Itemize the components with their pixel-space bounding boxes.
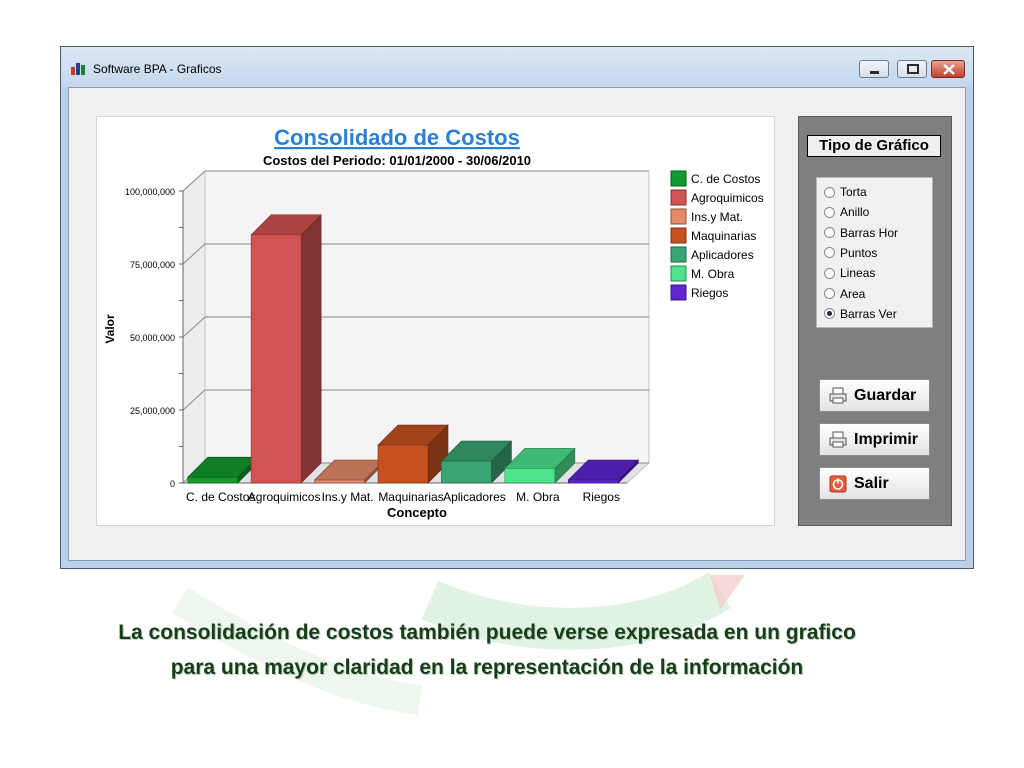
exit-button[interactable]: Salir	[819, 467, 930, 500]
app-window: Software BPA - Graficos Consolidado de C…	[60, 46, 974, 569]
x-tick-label: C. de Costos	[186, 490, 255, 504]
bar	[250, 234, 302, 484]
radio-option-label: Anillo	[840, 205, 870, 220]
y-tick-label: 0	[170, 479, 175, 489]
legend-label: Aplicadores	[691, 248, 754, 262]
print-button-label: Imprimir	[854, 431, 919, 448]
radio-unselected-icon[interactable]	[824, 247, 835, 259]
radio-unselected-icon[interactable]	[824, 227, 835, 239]
window-title: Software BPA - Graficos	[93, 62, 222, 76]
bar	[567, 479, 619, 484]
legend-swatch	[670, 246, 687, 263]
chart-panel: Consolidado de Costos Costos del Periodo:…	[96, 116, 775, 526]
chart-type-title: Tipo de Gráfico	[807, 135, 941, 157]
radio-option-label: Area	[840, 286, 866, 301]
title-bar[interactable]: Software BPA - Graficos	[61, 47, 973, 87]
x-tick-label: Riegos	[583, 490, 620, 504]
radio-unselected-icon[interactable]	[824, 206, 835, 218]
legend-swatch	[670, 208, 687, 225]
radio-selected-icon[interactable]	[824, 308, 835, 320]
legend-swatch	[670, 170, 687, 187]
radio-unselected-icon[interactable]	[824, 186, 835, 198]
bar	[187, 476, 239, 484]
x-tick-label: Maquinarias	[378, 490, 443, 504]
y-tick-label: 25,000,000	[130, 406, 175, 416]
close-button[interactable]	[931, 60, 965, 78]
save-button[interactable]: Guardar	[819, 379, 930, 412]
minimize-icon	[870, 71, 879, 74]
caption-line-2: para una mayor claridad en la representa…	[170, 656, 804, 679]
legend-swatch	[670, 284, 687, 301]
radio-option[interactable]: Barras Ver	[824, 305, 897, 323]
radio-option-label: Barras Hor	[840, 225, 899, 240]
radio-option-label: Barras Ver	[840, 306, 897, 321]
save-button-label: Guardar	[854, 387, 917, 404]
printer-icon	[829, 387, 847, 404]
close-icon	[943, 64, 955, 75]
maximize-button[interactable]	[897, 60, 927, 78]
bar	[314, 479, 365, 484]
bar	[504, 468, 556, 484]
radio-option-label: Lineas	[840, 266, 876, 281]
chart-subtitle: Costos del Periodo: 01/01/2000 - 30/06/2…	[263, 153, 531, 168]
app-icon	[71, 63, 85, 75]
radio-option[interactable]: Barras Hor	[824, 224, 898, 242]
bar	[441, 460, 492, 484]
radio-unselected-icon[interactable]	[824, 267, 835, 279]
legend-label: Riegos	[691, 286, 728, 300]
exit-button-label: Salir	[854, 475, 889, 492]
radio-option[interactable]: Lineas	[824, 264, 875, 282]
window-client-area: Consolidado de Costos Costos del Periodo:…	[68, 87, 966, 561]
power-icon	[829, 475, 847, 493]
legend-swatch	[670, 189, 687, 206]
x-tick-label: Agroquimicos	[248, 490, 321, 504]
radio-option-label: Puntos	[840, 245, 878, 260]
x-axis-title: Concepto	[387, 505, 447, 520]
legend-label: C. de Costos	[691, 172, 760, 186]
legend-label: M. Obra	[691, 267, 735, 281]
printer-icon	[829, 431, 847, 448]
radio-option[interactable]: Puntos	[824, 244, 877, 262]
legend-label: Ins.y Mat.	[691, 210, 743, 224]
print-button[interactable]: Imprimir	[819, 423, 930, 456]
radio-option[interactable]: Torta	[824, 183, 867, 201]
x-tick-label: M. Obra	[516, 490, 560, 504]
legend-label: Maquinarias	[691, 229, 756, 243]
legend-swatch	[670, 265, 687, 282]
chart-title: Consolidado de Costos	[274, 125, 520, 150]
radio-option[interactable]: Area	[824, 285, 865, 303]
legend-label: Agroquimicos	[691, 191, 764, 205]
legend-swatch	[670, 227, 687, 244]
maximize-icon	[907, 64, 919, 74]
radio-option-label: Torta	[840, 185, 867, 199]
chart-type-options: Torta Anillo Barras Hor Puntos Lineas Area Bar…	[816, 177, 933, 328]
radio-unselected-icon[interactable]	[824, 288, 835, 299]
bar-side	[300, 214, 322, 484]
x-tick-label: Ins.y Mat.	[322, 490, 374, 504]
y-tick-label: 100,000,000	[125, 187, 175, 197]
minimize-button[interactable]	[859, 60, 889, 78]
y-tick-label: 50,000,000	[130, 333, 175, 343]
radio-option[interactable]: Anillo	[824, 203, 869, 221]
y-axis-title: Valor	[103, 314, 117, 344]
caption-line-1: La consolidación de costos también puede…	[118, 621, 856, 644]
y-tick-label: 75,000,000	[130, 260, 175, 270]
bar	[377, 444, 429, 484]
chart-type-panel: Tipo de Gráfico Torta Anillo Barras Hor Pun…	[798, 116, 952, 526]
x-tick-label: Aplicadores	[443, 490, 506, 504]
bar-chart: Consolidado de Costos Costos del Periodo:…	[103, 125, 764, 520]
